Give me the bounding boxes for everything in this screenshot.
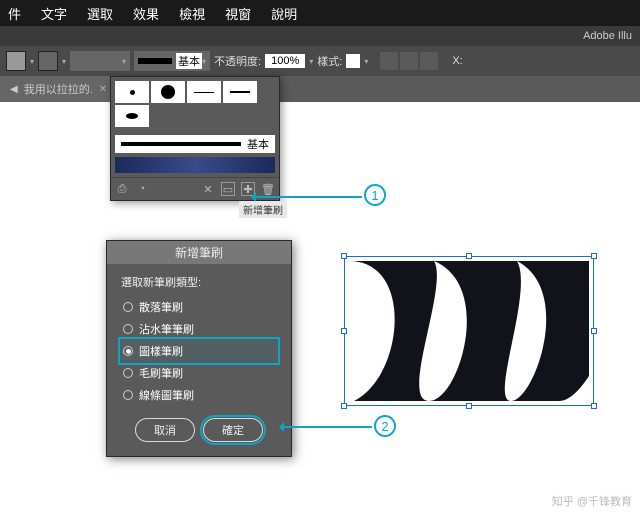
stroke-swatch[interactable] xyxy=(38,51,58,71)
annotation-arrow xyxy=(252,196,362,198)
brush-definition-dropdown[interactable]: 基本 ▾ xyxy=(134,51,210,71)
selection-bounding-box xyxy=(344,256,594,406)
resize-handle[interactable] xyxy=(341,253,347,259)
menu-window[interactable]: 視窗 xyxy=(225,4,251,23)
confirm-button[interactable]: 確定 xyxy=(203,418,263,442)
chevron-down-icon[interactable]: ▾ xyxy=(309,57,313,66)
document-tabs: ◀ 我用以拉拉的. ✕ xyxy=(0,76,640,102)
brush-basic-row[interactable]: 基本 xyxy=(115,135,275,153)
style-label: 樣式: xyxy=(317,53,342,69)
resize-handle[interactable] xyxy=(341,403,347,409)
chevron-down-icon[interactable]: ▾ xyxy=(30,57,34,66)
menu-file[interactable]: 件 xyxy=(8,4,21,23)
menubar: 件 文字 選取 效果 檢視 視窗 說明 xyxy=(0,0,640,26)
brush-thumb-grid xyxy=(111,77,279,131)
chevron-down-icon: ▾ xyxy=(202,57,206,66)
resize-handle[interactable] xyxy=(591,253,597,259)
tooltip-new-brush: 新增筆刷 xyxy=(239,201,287,218)
dialog-subtitle: 選取新筆刷類型: xyxy=(121,274,277,290)
chevron-down-icon[interactable]: ▾ xyxy=(62,57,66,66)
new-brush-dialog: 新增筆刷 選取新筆刷類型: 散落筆刷 沾水筆筆刷 圖樣筆刷 毛刷筆刷 線條圖筆刷… xyxy=(106,240,292,457)
dialog-title: 新增筆刷 xyxy=(107,241,291,264)
align-icon[interactable] xyxy=(420,52,438,70)
brush-basic-label: 基本 xyxy=(247,136,269,152)
document-tab-label: 我用以拉拉的. xyxy=(24,81,93,97)
annotation-callout-2: 2 xyxy=(374,415,396,437)
align-icon[interactable] xyxy=(400,52,418,70)
watermark: 知乎 @千锋教育 xyxy=(552,493,632,509)
stroke-weight-dropdown[interactable]: ▾ xyxy=(70,51,130,71)
cancel-button[interactable]: 取消 xyxy=(135,418,195,442)
resize-handle[interactable] xyxy=(591,403,597,409)
brush-options-icon[interactable]: ◔ xyxy=(135,182,149,196)
libraries-icon[interactable]: ⎙ xyxy=(115,182,129,196)
menu-view[interactable]: 檢視 xyxy=(179,4,205,23)
document-tab[interactable]: ◀ 我用以拉拉的. ✕ xyxy=(0,76,117,102)
resize-handle[interactable] xyxy=(466,403,472,409)
opacity-label: 不透明度: xyxy=(214,53,261,69)
delete-brush-icon[interactable]: 🗑 xyxy=(261,182,275,196)
chevron-down-icon[interactable]: ▾ xyxy=(364,57,368,66)
annotation-arrow xyxy=(280,426,372,428)
brush-thumb[interactable] xyxy=(115,105,149,127)
resize-handle[interactable] xyxy=(591,328,597,334)
opacity-value[interactable]: 100% xyxy=(265,54,305,68)
control-toolbar: ▾ ▾ ▾ 基本 ▾ 不透明度: 100% ▾ 樣式: ▾ X: xyxy=(0,46,640,76)
app-name: Adobe Illu xyxy=(583,30,632,42)
close-icon[interactable]: ✕ xyxy=(99,84,107,95)
brush-type-option-bristle[interactable]: 毛刷筆刷 xyxy=(121,362,277,384)
brush-type-option-scatter[interactable]: 散落筆刷 xyxy=(121,296,277,318)
app-title-bar: Adobe Illu xyxy=(0,26,640,46)
stroke-options-icon[interactable]: ▭ xyxy=(221,182,235,196)
selected-artwork[interactable] xyxy=(344,256,594,406)
menu-select[interactable]: 選取 xyxy=(87,4,113,23)
annotation-callout-1: 1 xyxy=(364,184,386,206)
graphic-style-swatch[interactable] xyxy=(346,54,360,68)
brush-thumb[interactable] xyxy=(187,81,221,103)
brush-thumb[interactable] xyxy=(115,81,149,103)
brush-thumb[interactable] xyxy=(151,81,185,103)
brush-preset-label: 基本 xyxy=(176,53,202,69)
menu-help[interactable]: 說明 xyxy=(271,4,297,23)
resize-handle[interactable] xyxy=(466,253,472,259)
resize-handle[interactable] xyxy=(341,328,347,334)
menu-effect[interactable]: 效果 xyxy=(133,4,159,23)
brush-type-option-calligraphic[interactable]: 沾水筆筆刷 xyxy=(121,318,277,340)
brush-type-option-pattern[interactable]: 圖樣筆刷 xyxy=(121,340,277,362)
brush-type-option-art[interactable]: 線條圖筆刷 xyxy=(121,384,277,406)
brush-thumb[interactable] xyxy=(223,81,257,103)
brush-art-row[interactable] xyxy=(115,157,275,173)
fill-swatch[interactable] xyxy=(6,51,26,71)
x-label: X: xyxy=(452,55,462,67)
brushes-panel: 基本 ⎙ ◔ ✕ ▭ ✚ 🗑 新增筆刷 xyxy=(110,76,280,201)
menu-type[interactable]: 文字 xyxy=(41,4,67,23)
remove-brush-stroke-icon[interactable]: ✕ xyxy=(201,182,215,196)
align-icon[interactable] xyxy=(380,52,398,70)
